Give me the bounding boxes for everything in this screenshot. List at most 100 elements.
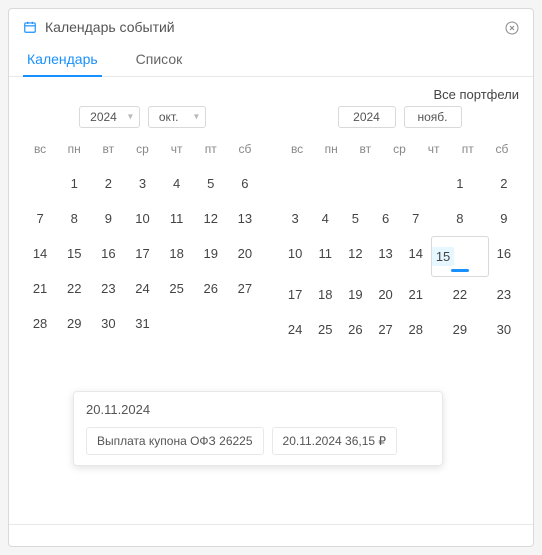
calendar-day[interactable]: 23 xyxy=(91,271,125,306)
calendar-day[interactable]: 28 xyxy=(401,312,431,347)
calendar-day[interactable]: 1 xyxy=(431,166,489,201)
calendar-day[interactable]: 24 xyxy=(280,312,310,347)
calendar-day[interactable]: 29 xyxy=(57,306,91,341)
weekday-label: вс xyxy=(280,136,314,162)
tab-list[interactable]: Список xyxy=(132,43,187,77)
calendar-day[interactable]: 19 xyxy=(194,236,228,271)
chevron-down-icon: ▾ xyxy=(194,112,199,123)
calendar-day[interactable]: 24 xyxy=(125,271,159,306)
weekday-label: чт xyxy=(160,136,194,162)
calendar-day[interactable]: 15 xyxy=(431,236,489,277)
calendar-day[interactable]: 7 xyxy=(401,201,431,236)
event-tooltip: 20.11.2024 Выплата купона ОФЗ 26225 20.1… xyxy=(73,391,443,466)
calendar-day[interactable]: 27 xyxy=(370,312,400,347)
calendar-day[interactable]: 31 xyxy=(125,306,159,341)
calendar-day[interactable]: 15 xyxy=(57,236,91,271)
calendar-icon xyxy=(23,20,37,34)
calendar-day[interactable]: 2 xyxy=(489,166,519,201)
weekday-label: ср xyxy=(382,136,416,162)
weekday-label: пт xyxy=(451,136,485,162)
year-select-left[interactable]: 2024 ▾ xyxy=(79,106,140,128)
event-chip-detail[interactable]: 20.11.2024 36,15 ₽ xyxy=(272,427,398,455)
month-select-right[interactable]: нояб. xyxy=(404,106,462,128)
calendar-day[interactable]: 8 xyxy=(431,201,489,236)
calendar-day: . xyxy=(280,166,310,201)
event-chip-label[interactable]: Выплата купона ОФЗ 26225 xyxy=(86,427,264,455)
calendar-day[interactable]: 3 xyxy=(280,201,310,236)
month-select-left[interactable]: окт. ▾ xyxy=(148,106,206,128)
calendar-day[interactable]: 10 xyxy=(125,201,159,236)
calendar-day[interactable]: 13 xyxy=(370,236,400,277)
calendar-day[interactable]: 13 xyxy=(228,201,262,236)
calendar-day[interactable]: 11 xyxy=(310,236,340,277)
calendar-day[interactable]: 16 xyxy=(91,236,125,271)
weekday-label: сб xyxy=(485,136,519,162)
calendar-day[interactable]: 17 xyxy=(280,277,310,312)
calendar-day[interactable]: 14 xyxy=(401,236,431,277)
weekday-label: пн xyxy=(314,136,348,162)
calendar-day[interactable]: 2 xyxy=(91,166,125,201)
calendar-day[interactable]: 18 xyxy=(160,236,194,271)
calendar-day[interactable]: 5 xyxy=(194,166,228,201)
calendar-right: 2024 нояб. вспнвтсрчтптсб .....123456789… xyxy=(280,106,519,347)
calendar-day[interactable]: 21 xyxy=(401,277,431,312)
weekday-header-left: вспнвтсрчтптсб xyxy=(23,136,262,162)
weekday-label: пн xyxy=(57,136,91,162)
calendar-day[interactable]: 6 xyxy=(228,166,262,201)
calendar-day[interactable]: 3 xyxy=(125,166,159,201)
calendar-day[interactable]: 25 xyxy=(310,312,340,347)
calendar-day[interactable]: 30 xyxy=(91,306,125,341)
calendar-day[interactable]: 28 xyxy=(23,306,57,341)
calendar-day[interactable]: 4 xyxy=(310,201,340,236)
left-selectors: 2024 ▾ окт. ▾ xyxy=(23,106,262,128)
chevron-down-icon: ▾ xyxy=(128,112,133,123)
panel-header: Календарь событий xyxy=(9,9,533,43)
calendar-day[interactable]: 21 xyxy=(23,271,57,306)
calendar-day[interactable]: 4 xyxy=(160,166,194,201)
calendar-day[interactable]: 9 xyxy=(91,201,125,236)
tooltip-row: Выплата купона ОФЗ 26225 20.11.2024 36,1… xyxy=(86,427,436,455)
calendar-day[interactable]: 11 xyxy=(160,201,194,236)
calendar-day[interactable]: 19 xyxy=(340,277,370,312)
calendar-day[interactable]: 1 xyxy=(57,166,91,201)
weekday-label: вс xyxy=(23,136,57,162)
year-select-right[interactable]: 2024 xyxy=(338,106,396,128)
calendar-day[interactable]: 7 xyxy=(23,201,57,236)
calendar-day[interactable]: 27 xyxy=(228,271,262,306)
calendar-day[interactable]: 22 xyxy=(57,271,91,306)
top-row: Все портфели xyxy=(9,77,533,106)
calendar-day: . xyxy=(23,166,57,201)
calendar-day[interactable]: 23 xyxy=(489,277,519,312)
tab-calendar[interactable]: Календарь xyxy=(23,43,102,77)
calendar-day: . xyxy=(401,166,431,201)
calendar-day[interactable]: 26 xyxy=(340,312,370,347)
calendar-day[interactable]: 16 xyxy=(489,236,519,277)
calendar-day[interactable]: 29 xyxy=(431,312,489,347)
calendar-day[interactable]: 20 xyxy=(370,277,400,312)
calendar-day[interactable]: 18 xyxy=(310,277,340,312)
weekday-label: чт xyxy=(417,136,451,162)
calendar-day: . xyxy=(370,166,400,201)
calendar-day[interactable]: 14 xyxy=(23,236,57,271)
weekday-label: вт xyxy=(348,136,382,162)
close-button[interactable] xyxy=(503,19,521,37)
calendar-day[interactable]: 8 xyxy=(57,201,91,236)
calendar-day[interactable]: 9 xyxy=(489,201,519,236)
bottom-bar xyxy=(9,524,533,546)
calendar-day[interactable]: 12 xyxy=(340,236,370,277)
calendar-day[interactable]: 6 xyxy=(370,201,400,236)
calendar-day[interactable]: 10 xyxy=(280,236,310,277)
weekday-label: сб xyxy=(228,136,262,162)
portfolios-link[interactable]: Все портфели xyxy=(433,87,519,102)
calendar-day: . xyxy=(340,166,370,201)
calendar-day[interactable]: 26 xyxy=(194,271,228,306)
calendar-day[interactable]: 12 xyxy=(194,201,228,236)
calendar-day[interactable]: 30 xyxy=(489,312,519,347)
calendar-day[interactable]: 17 xyxy=(125,236,159,271)
weekday-header-right: вспнвтсрчтптсб xyxy=(280,136,519,162)
calendar-day[interactable]: 20 xyxy=(228,236,262,271)
calendar-day[interactable]: 5 xyxy=(340,201,370,236)
calendar-day[interactable]: 25 xyxy=(160,271,194,306)
calendar-left: 2024 ▾ окт. ▾ вспнвтсрчтптсб .1234567891… xyxy=(23,106,262,347)
calendar-day[interactable]: 22 xyxy=(431,277,489,312)
